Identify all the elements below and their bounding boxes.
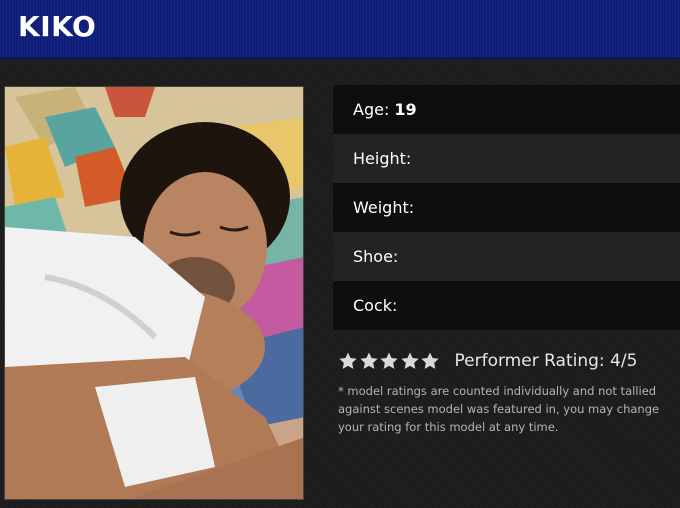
stat-row-cock: Cock: xyxy=(333,281,680,330)
star-icon[interactable] xyxy=(400,351,420,371)
star-icon[interactable] xyxy=(338,351,358,371)
stat-label-height: Height: xyxy=(353,149,412,168)
model-name-title: KIKO xyxy=(18,10,97,43)
model-stats-table: Age: 19 Height: Weight: Shoe: Cock: xyxy=(333,85,680,330)
page-header: KIKO xyxy=(0,0,680,59)
stat-row-age: Age: 19 xyxy=(333,85,680,134)
rating-stars[interactable] xyxy=(338,351,441,371)
stat-row-weight: Weight: xyxy=(333,183,680,232)
star-icon[interactable] xyxy=(420,351,440,371)
star-icon[interactable] xyxy=(379,351,399,371)
model-photo[interactable] xyxy=(4,86,304,500)
stat-value-age: 19 xyxy=(394,100,417,119)
stat-row-height: Height: xyxy=(333,134,680,183)
performer-rating: Performer Rating: 4/5 xyxy=(338,348,637,374)
rating-note: * model ratings are counted individually… xyxy=(338,384,660,434)
stat-label-weight: Weight: xyxy=(353,198,415,217)
model-profile-page: KIKO Age: 19 Height: Weight: Shoe: Cock:… xyxy=(0,0,680,508)
stat-label-shoe: Shoe: xyxy=(353,247,399,266)
stat-label-age: Age: xyxy=(353,100,390,119)
stat-label-cock: Cock: xyxy=(353,296,398,315)
stat-row-shoe: Shoe: xyxy=(333,232,680,281)
rating-label: Performer Rating: 4/5 xyxy=(454,351,638,371)
star-icon[interactable] xyxy=(359,351,379,371)
